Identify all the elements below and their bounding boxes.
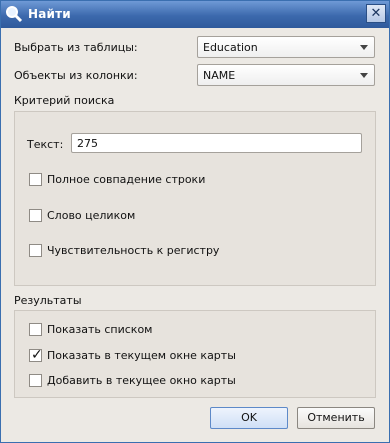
search-text-value: 275 (77, 137, 98, 150)
add-to-map-label: Добавить в текущее окно карты (47, 374, 236, 387)
whole-word-label: Слово целиком (47, 209, 136, 222)
show-in-map-checkbox[interactable]: ✓ (29, 347, 43, 363)
show-list-label: Показать списком (47, 323, 153, 336)
search-icon (6, 6, 23, 23)
exact-match-checkbox[interactable] (29, 173, 42, 186)
title-bar[interactable]: Найти ✕ (1, 1, 389, 28)
text-label: Текст: (27, 138, 64, 151)
column-select-value: NAME (203, 69, 236, 82)
exact-match-label: Полное совпадение строки (47, 173, 206, 186)
case-sensitive-label: Чувствительность к регистру (47, 244, 220, 257)
find-dialog: Найти ✕ Выбрать из таблицы: Education Об… (0, 0, 390, 443)
close-button[interactable]: ✕ (366, 4, 386, 23)
criteria-group: Текст: 275 Полное совпадение строки Слов… (14, 111, 376, 286)
table-select[interactable]: Education (197, 36, 375, 58)
table-select-value: Education (203, 41, 258, 54)
results-group: Показать списком ✓ Показать в текущем ок… (14, 310, 376, 398)
add-to-map-checkbox[interactable] (29, 374, 42, 387)
chevron-down-icon (360, 73, 368, 78)
column-select[interactable]: NAME (197, 64, 375, 86)
results-group-title: Результаты (14, 294, 82, 307)
checkmark-icon: ✓ (31, 347, 43, 363)
criteria-group-title: Критерий поиска (14, 94, 115, 107)
show-list-checkbox[interactable] (29, 323, 42, 336)
ok-button[interactable]: OK (210, 407, 288, 429)
search-text-input[interactable]: 275 (71, 133, 362, 153)
table-select-label: Выбрать из таблицы: (14, 41, 138, 54)
column-select-label: Объекты из колонки: (14, 69, 138, 82)
case-sensitive-checkbox[interactable] (29, 244, 42, 257)
chevron-down-icon (360, 45, 368, 50)
whole-word-checkbox[interactable] (29, 209, 42, 222)
show-in-map-label: Показать в текущем окне карты (47, 349, 236, 362)
cancel-button[interactable]: Отменить (297, 407, 375, 429)
window-title: Найти (28, 7, 71, 21)
